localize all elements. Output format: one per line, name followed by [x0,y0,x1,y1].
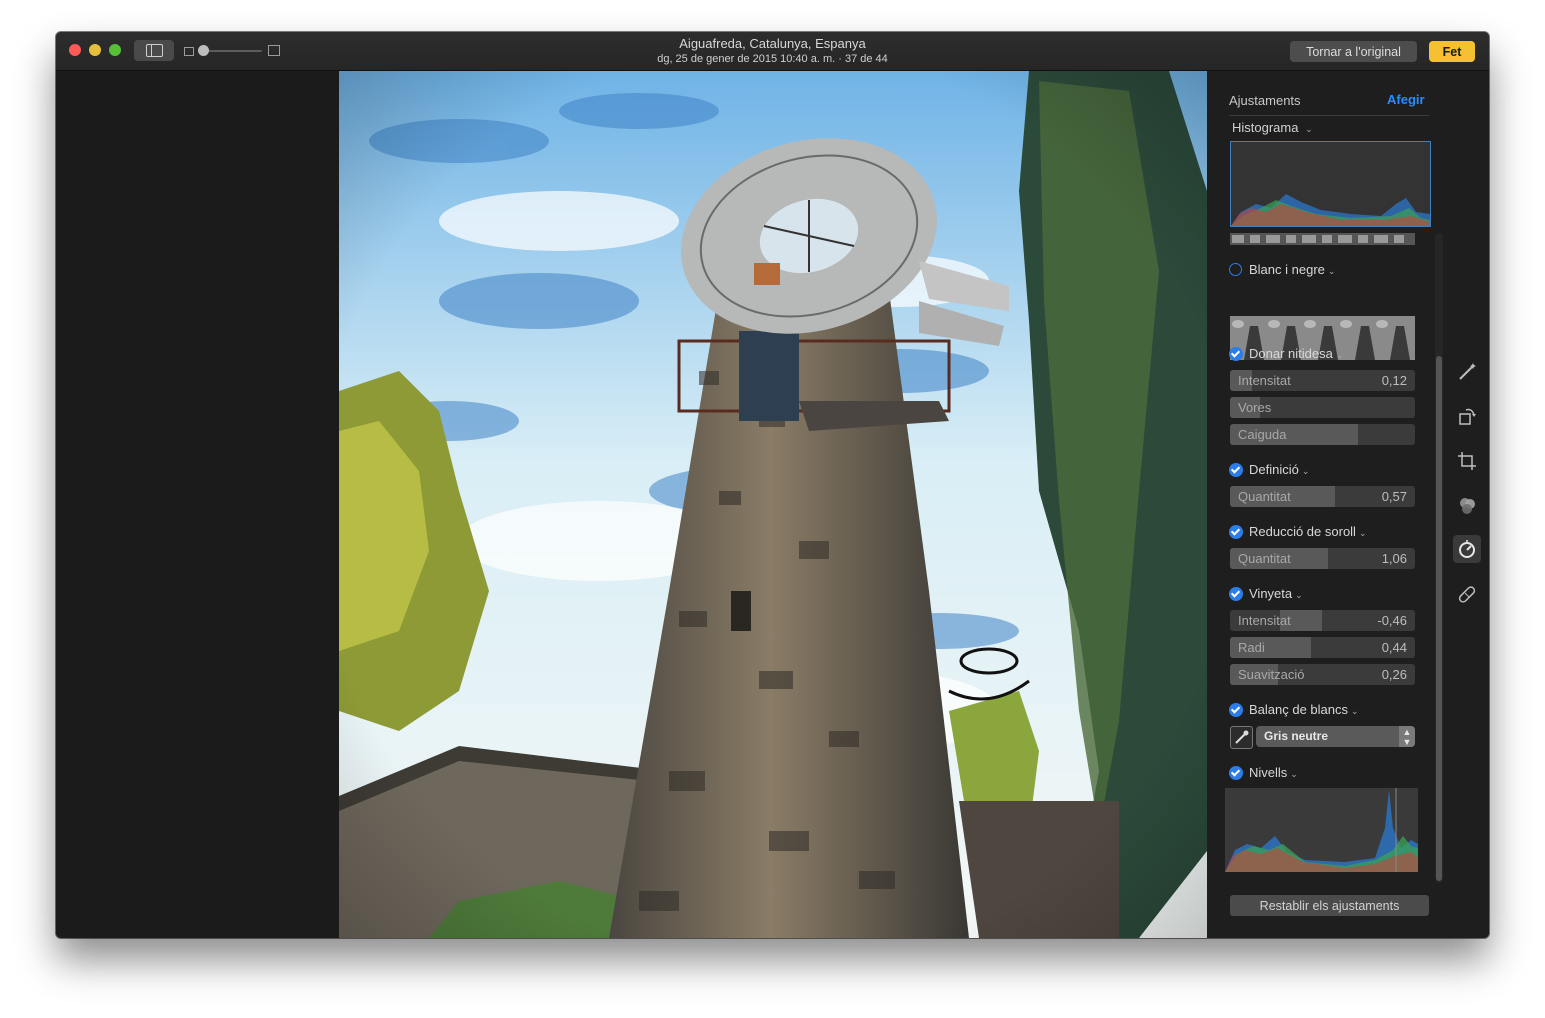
done-button[interactable]: Fet [1429,41,1475,62]
noise-reduction-section-header[interactable]: Reducció de soroll ⌄ [1249,524,1367,539]
rotate-tool-button[interactable] [1453,402,1481,430]
panel-scrollbar-thumb[interactable] [1436,356,1442,881]
enhance-icon [1459,363,1476,380]
chevron-down-icon: ⌄ [1305,124,1313,134]
slider-value: 0,26 [1381,667,1407,682]
histogram-label: Histograma [1232,120,1299,135]
edited-photo [339,71,1207,938]
chevron-down-icon: ⌄ [1301,466,1310,476]
chevron-down-icon: ⌄ [1327,266,1336,276]
white-balance-mode-value: Gris neutre [1264,729,1329,743]
levels-toggle[interactable] [1229,766,1243,780]
noise-amount-slider[interactable]: Quantitat 1,06 [1230,548,1415,569]
bw-toggle[interactable] [1229,263,1242,276]
rotate-icon [1459,408,1476,425]
filters-tool-button[interactable] [1453,492,1481,520]
white-balance-section-header[interactable]: Balanç de blancs ⌄ [1249,702,1359,717]
adjustments-title: Ajustaments [1229,93,1301,108]
levels-histogram[interactable] [1225,788,1418,874]
definition-title: Definició [1249,462,1299,477]
slider-label: Radi [1238,640,1265,655]
vignette-section-header[interactable]: Vinyeta ⌄ [1249,586,1303,601]
slider-label: Caiguda [1238,427,1287,442]
sharpen-intensity-slider[interactable]: Intensitat 0,12 [1230,370,1415,391]
vignette-radius-slider[interactable]: Radi 0,44 [1230,637,1415,658]
filters-icon [1460,498,1475,514]
noise-reduction-title: Reducció de soroll [1249,524,1356,539]
vignette-toggle[interactable] [1229,587,1243,601]
definition-section-header[interactable]: Definició ⌄ [1249,462,1309,477]
chevron-down-icon: ⌄ [1351,706,1359,716]
divider [1229,115,1430,116]
adjust-tool-button[interactable] [1453,535,1481,563]
white-balance-toggle[interactable] [1229,703,1243,717]
photo-canvas[interactable] [339,71,1207,938]
bw-title: Blanc i negre [1249,262,1325,277]
noise-reduction-toggle[interactable] [1229,525,1243,539]
title-bar: Aiguafreda, Catalunya, Espanya dg, 25 de… [56,32,1489,71]
crop-icon [1458,452,1476,470]
definition-amount-slider[interactable]: Quantitat 0,57 [1230,486,1415,507]
slider-value: 1,06 [1381,551,1407,566]
retouch-tool-button[interactable] [1453,580,1481,608]
retouch-icon [1458,586,1476,603]
adjustments-panel: Ajustaments Afegir Histograma ⌄ Blanc i … [1207,71,1489,938]
photo-location-title: Aiguafreda, Catalunya, Espanya [679,36,866,51]
slider-label: Suavització [1238,667,1305,682]
histogram-graph [1230,141,1431,227]
add-adjustment-button[interactable]: Afegir [1387,92,1425,107]
sharpen-falloff-slider[interactable]: Caiguda [1230,424,1415,445]
photos-window: Aiguafreda, Catalunya, Espanya dg, 25 de… [56,32,1489,938]
levels-section-header[interactable]: Nivells ⌄ [1249,765,1298,780]
chevron-down-icon: ⌄ [1358,528,1367,538]
chevron-down-icon: ⌄ [1290,769,1298,779]
updown-chevron-icon: ▲ ▼ [1399,726,1415,747]
sharpen-toggle[interactable] [1229,347,1243,361]
histogram-preview-strip [1230,233,1415,245]
slider-value: 0,57 [1381,489,1407,504]
slider-value: -0,46 [1377,613,1407,628]
levels-title: Nivells [1249,765,1288,780]
photo-date-subtitle: dg, 25 de gener de 2015 10:40 a. m. · 37… [657,53,888,65]
sharpen-edges-slider[interactable]: Vores [1230,397,1415,418]
chevron-down-icon: ⌄ [1295,590,1303,600]
definition-toggle[interactable] [1229,463,1243,477]
sharpen-section-header[interactable]: Donar nitidesa ⌄ [1249,346,1343,361]
slider-label: Quantitat [1238,489,1291,504]
white-balance-mode-select[interactable]: Gris neutre ▲ ▼ [1256,726,1415,747]
crop-tool-button[interactable] [1453,447,1481,475]
sharpen-title: Donar nitidesa [1249,346,1333,361]
white-balance-title: Balanç de blancs [1249,702,1349,717]
reset-adjustments-button[interactable]: Restablir els ajustaments [1230,895,1429,916]
slider-label: Intensitat [1238,373,1291,388]
adjust-icon [1459,540,1475,558]
slider-value: 0,12 [1381,373,1407,388]
enhance-tool-button[interactable] [1453,358,1481,386]
histogram-dropdown[interactable]: Histograma ⌄ [1232,120,1313,135]
vignette-softness-slider[interactable]: Suavització 0,26 [1230,664,1415,685]
slider-label: Quantitat [1238,551,1291,566]
bw-section-header[interactable]: Blanc i negre ⌄ [1249,262,1335,277]
vignette-intensity-slider[interactable]: Intensitat -0,46 [1230,610,1415,631]
eyedropper-icon [1235,730,1249,744]
vignette-title: Vinyeta [1249,586,1293,601]
slider-label: Vores [1238,400,1272,415]
chevron-down-icon: ⌄ [1335,350,1344,360]
left-pane [56,71,339,938]
slider-label: Intensitat [1238,613,1291,628]
eyedropper-button[interactable] [1230,726,1253,749]
revert-to-original-button[interactable]: Tornar a l'original [1290,41,1417,62]
slider-value: 0,44 [1381,640,1407,655]
